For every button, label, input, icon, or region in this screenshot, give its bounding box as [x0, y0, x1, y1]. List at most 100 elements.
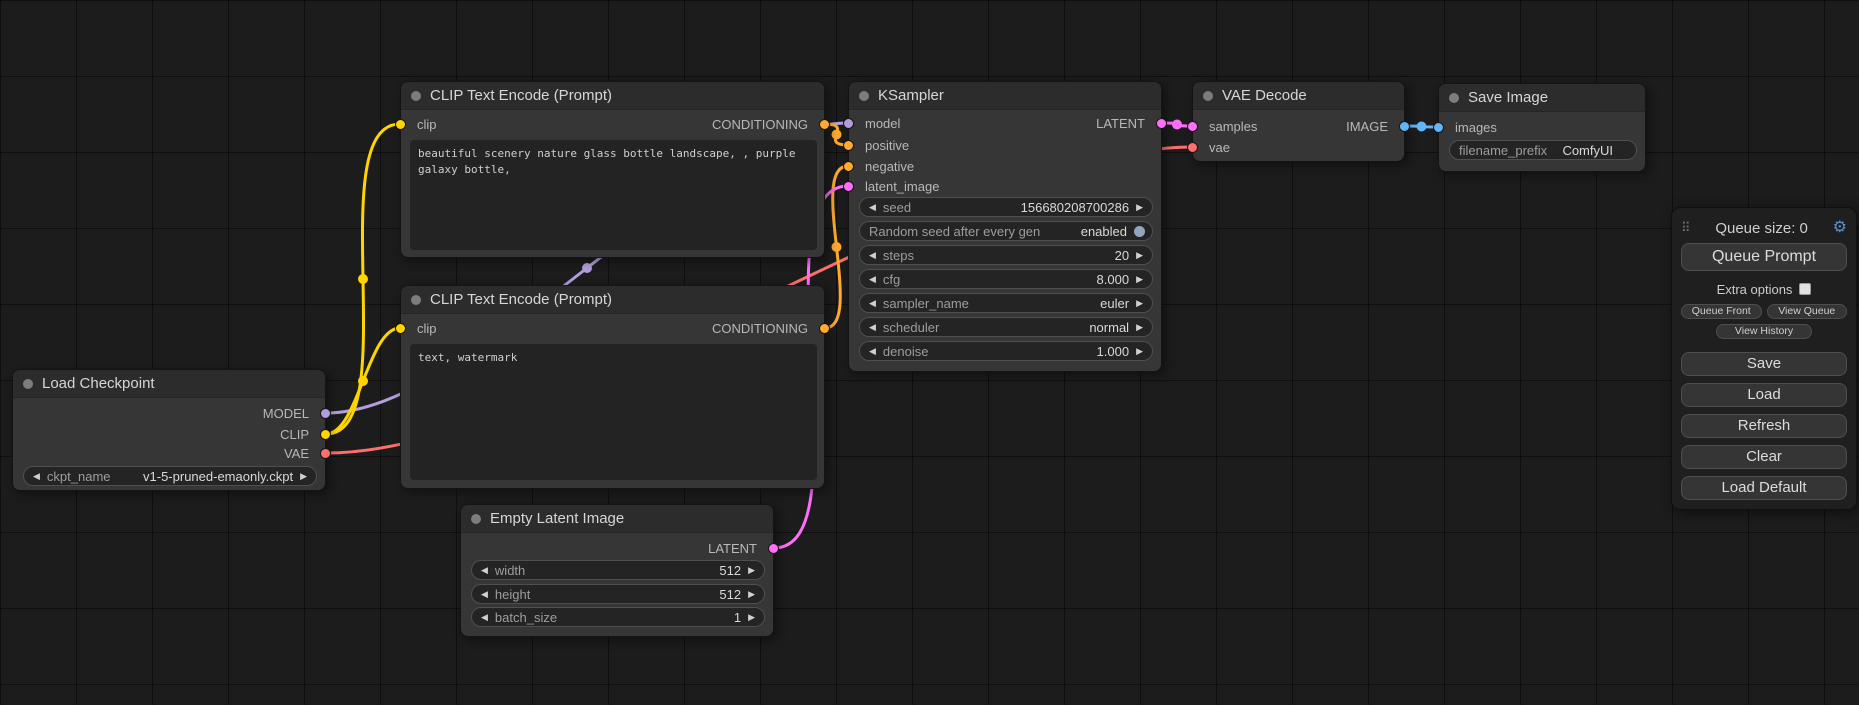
- node-empty-latent-image[interactable]: Empty Latent Image LATENT ◀ width 512 ▶ …: [460, 504, 774, 637]
- sampler-name-widget[interactable]: ◀ sampler_name euler ▶: [859, 293, 1153, 313]
- left-arrow-icon[interactable]: ◀: [869, 198, 876, 216]
- widget-label: Random seed after every gen: [869, 224, 1040, 239]
- node-title-bar[interactable]: Load Checkpoint: [13, 370, 325, 398]
- left-arrow-icon[interactable]: ◀: [869, 294, 876, 312]
- widget-value: v1-5-pruned-emaonly.ckpt: [143, 469, 293, 484]
- left-arrow-icon[interactable]: ◀: [869, 318, 876, 336]
- conditioning-output-port[interactable]: [819, 119, 830, 130]
- node-vae-decode[interactable]: VAE Decode samples vae IMAGE: [1192, 81, 1405, 162]
- batch-size-widget[interactable]: ◀ batch_size 1 ▶: [471, 607, 765, 627]
- view-queue-button[interactable]: View Queue: [1767, 304, 1848, 319]
- clip-input-port[interactable]: [395, 119, 406, 130]
- collapse-dot[interactable]: [411, 295, 421, 305]
- output-row-conditioning: CONDITIONING: [712, 320, 824, 338]
- clear-button[interactable]: Clear: [1681, 445, 1847, 469]
- widget-value: 1: [734, 610, 741, 625]
- right-arrow-icon[interactable]: ▶: [748, 561, 755, 579]
- node-title: VAE Decode: [1222, 87, 1307, 104]
- random-seed-toggle-widget[interactable]: Random seed after every gen enabled: [859, 221, 1153, 241]
- image-output-port[interactable]: [1399, 121, 1410, 132]
- node-title-bar[interactable]: Empty Latent Image: [461, 505, 773, 533]
- node-title-bar[interactable]: KSampler: [849, 82, 1161, 110]
- widget-value: enabled: [1081, 224, 1127, 239]
- right-arrow-icon[interactable]: ▶: [1136, 318, 1143, 336]
- view-history-button[interactable]: View History: [1716, 324, 1812, 339]
- filename-prefix-widget[interactable]: filename_prefix ComfyUI: [1449, 140, 1637, 160]
- toggle-dot-icon[interactable]: [1134, 226, 1145, 237]
- node-title-bar[interactable]: CLIP Text Encode (Prompt): [401, 82, 824, 110]
- seed-widget[interactable]: ◀ seed 156680208700286 ▶: [859, 197, 1153, 217]
- node-title-bar[interactable]: VAE Decode: [1193, 82, 1404, 110]
- settings-gear-icon[interactable]: ⚙: [1833, 220, 1847, 236]
- denoise-widget[interactable]: ◀ denoise 1.000 ▶: [859, 341, 1153, 361]
- queue-panel[interactable]: ⠿ Queue size: 0 ⚙ Queue Prompt Extra opt…: [1671, 207, 1857, 510]
- left-arrow-icon[interactable]: ◀: [481, 585, 488, 603]
- negative-input-port[interactable]: [843, 161, 854, 172]
- left-arrow-icon[interactable]: ◀: [869, 342, 876, 360]
- input-row-clip: clip: [401, 116, 437, 134]
- right-arrow-icon[interactable]: ▶: [1136, 270, 1143, 288]
- load-default-button[interactable]: Load Default: [1681, 476, 1847, 500]
- refresh-button[interactable]: Refresh: [1681, 414, 1847, 438]
- load-button[interactable]: Load: [1681, 383, 1847, 407]
- images-input-port[interactable]: [1433, 122, 1444, 133]
- clip-input-port[interactable]: [395, 323, 406, 334]
- vae-input-port[interactable]: [1187, 142, 1198, 153]
- model-input-port[interactable]: [843, 118, 854, 129]
- conditioning-output-port[interactable]: [819, 323, 830, 334]
- ckpt-name-widget[interactable]: ◀ ckpt_name v1-5-pruned-emaonly.ckpt ▶: [23, 466, 317, 486]
- right-arrow-icon[interactable]: ▶: [1136, 246, 1143, 264]
- negative-prompt-textarea[interactable]: text, watermark: [410, 344, 817, 480]
- node-clip-text-encode-positive[interactable]: CLIP Text Encode (Prompt) clip CONDITION…: [400, 81, 825, 258]
- extra-options-checkbox[interactable]: [1799, 283, 1811, 295]
- queue-small-buttons: Queue Front View Queue: [1681, 304, 1847, 319]
- collapse-dot[interactable]: [1203, 91, 1213, 101]
- collapse-dot[interactable]: [411, 91, 421, 101]
- comfyui-canvas[interactable]: { "colors": { "purple": "#b39ddb", "yell…: [0, 0, 1859, 705]
- node-clip-text-encode-negative[interactable]: CLIP Text Encode (Prompt) clip CONDITION…: [400, 285, 825, 489]
- right-arrow-icon[interactable]: ▶: [1136, 198, 1143, 216]
- node-load-checkpoint[interactable]: Load Checkpoint MODEL CLIP VAE ◀ ckpt_na…: [12, 369, 326, 491]
- node-ksampler[interactable]: KSampler model positive negative latent_…: [848, 81, 1162, 372]
- output-label-image: IMAGE: [1346, 119, 1388, 134]
- positive-prompt-textarea[interactable]: beautiful scenery nature glass bottle la…: [410, 140, 817, 250]
- left-arrow-icon[interactable]: ◀: [869, 270, 876, 288]
- positive-input-port[interactable]: [843, 140, 854, 151]
- width-widget[interactable]: ◀ width 512 ▶: [471, 560, 765, 580]
- collapse-dot[interactable]: [23, 379, 33, 389]
- right-arrow-icon[interactable]: ▶: [300, 467, 307, 485]
- right-arrow-icon[interactable]: ▶: [1136, 342, 1143, 360]
- output-label-vae: VAE: [284, 446, 309, 461]
- drag-handle-icon[interactable]: ⠿: [1681, 220, 1691, 236]
- height-widget[interactable]: ◀ height 512 ▶: [471, 584, 765, 604]
- node-title-bar[interactable]: Save Image: [1439, 84, 1645, 112]
- right-arrow-icon[interactable]: ▶: [748, 585, 755, 603]
- widget-value: 156680208700286: [1021, 200, 1129, 215]
- latent-output-port[interactable]: [1156, 118, 1167, 129]
- queue-front-button[interactable]: Queue Front: [1681, 304, 1762, 319]
- collapse-dot[interactable]: [471, 514, 481, 524]
- steps-widget[interactable]: ◀ steps 20 ▶: [859, 245, 1153, 265]
- right-arrow-icon[interactable]: ▶: [1136, 294, 1143, 312]
- save-button[interactable]: Save: [1681, 352, 1847, 376]
- collapse-dot[interactable]: [859, 91, 869, 101]
- model-output-port[interactable]: [320, 408, 331, 419]
- left-arrow-icon[interactable]: ◀: [869, 246, 876, 264]
- cfg-widget[interactable]: ◀ cfg 8.000 ▶: [859, 269, 1153, 289]
- clip-output-port[interactable]: [320, 429, 331, 440]
- latent-image-input-port[interactable]: [843, 181, 854, 192]
- left-arrow-icon[interactable]: ◀: [481, 608, 488, 626]
- node-save-image[interactable]: Save Image images filename_prefix ComfyU…: [1438, 83, 1646, 172]
- latent-output-port[interactable]: [768, 543, 779, 554]
- widget-value: euler: [1100, 296, 1129, 311]
- left-arrow-icon[interactable]: ◀: [33, 467, 40, 485]
- right-arrow-icon[interactable]: ▶: [748, 608, 755, 626]
- samples-input-port[interactable]: [1187, 121, 1198, 132]
- left-arrow-icon[interactable]: ◀: [481, 561, 488, 579]
- queue-prompt-button[interactable]: Queue Prompt: [1681, 243, 1847, 271]
- vae-output-port[interactable]: [320, 448, 331, 459]
- scheduler-widget[interactable]: ◀ scheduler normal ▶: [859, 317, 1153, 337]
- input-label-images: images: [1455, 120, 1497, 135]
- collapse-dot[interactable]: [1449, 93, 1459, 103]
- node-title-bar[interactable]: CLIP Text Encode (Prompt): [401, 286, 824, 314]
